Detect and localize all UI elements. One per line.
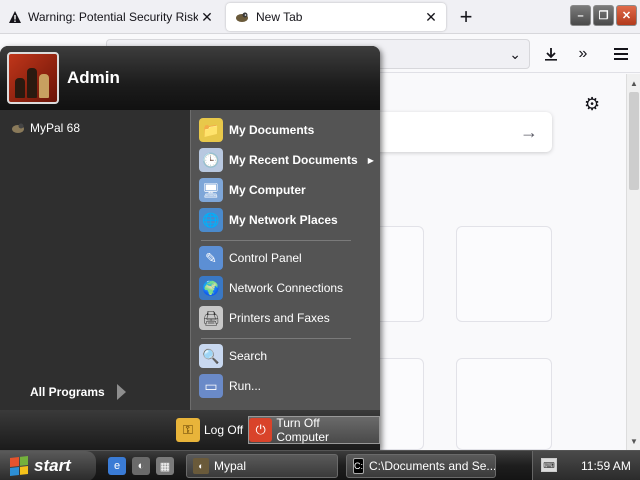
menu-item-search[interactable]: 🔍 Search	[199, 344, 267, 368]
menu-item-label: Printers and Faxes	[229, 311, 330, 325]
all-programs-label: All Programs	[30, 385, 105, 399]
search-arrow-icon[interactable]: →	[520, 122, 538, 143]
keyboard-icon[interactable]: ⌨	[541, 458, 557, 472]
start-menu: Admin MyPal 68 All Programs 📁 My Documen…	[0, 46, 380, 450]
pinned-item-label: MyPal 68	[30, 121, 81, 135]
folder-documents-icon: 📁	[199, 118, 223, 142]
system-tray: ⌨ 11:59 AM	[532, 451, 640, 480]
menu-item-my-documents[interactable]: 📁 My Documents	[199, 118, 314, 142]
mypal-icon	[234, 9, 250, 25]
control-panel-icon: ✎	[199, 246, 223, 270]
menu-item-my-network-places[interactable]: 🌐 My Network Places	[199, 208, 338, 232]
menu-item-label: My Computer	[229, 183, 306, 197]
avatar	[7, 52, 59, 104]
warning-icon	[8, 10, 22, 24]
start-label: start	[34, 456, 71, 475]
pinned-item-mypal[interactable]: MyPal 68	[10, 120, 80, 136]
top-site-tile[interactable]	[456, 358, 552, 450]
hamburger-menu-icon[interactable]	[610, 43, 632, 65]
menu-item-label: My Recent Documents	[229, 153, 358, 167]
all-programs-button[interactable]: All Programs	[30, 384, 126, 400]
clock[interactable]: 11:59 AM	[581, 459, 631, 473]
top-site-tile[interactable]	[456, 226, 552, 322]
start-menu-programs-pane: MyPal 68	[0, 110, 190, 437]
tab-title: Warning: Potential Security Risk Ah	[28, 10, 198, 24]
close-tab-icon[interactable]: ✕	[422, 8, 440, 26]
menu-item-run[interactable]: ▭ Run...	[199, 374, 261, 398]
network-connections-icon: 🌍	[199, 276, 223, 300]
new-tab-button[interactable]: +	[454, 4, 478, 29]
tab-new-tab[interactable]: New Tab ✕	[226, 3, 446, 31]
recent-documents-icon: 🕒	[199, 148, 223, 172]
maximize-button[interactable]: ❐	[593, 5, 614, 26]
gear-icon[interactable]: ⚙	[584, 94, 600, 115]
menu-item-label: Run...	[229, 379, 262, 393]
taskbar: start e ◐ ▦ ◐ Mypal C: C:\Documents and …	[0, 450, 640, 480]
menu-item-label: My Network Places	[229, 213, 338, 227]
scrollbar-thumb[interactable]	[629, 92, 639, 190]
start-button[interactable]: start	[0, 451, 96, 480]
key-icon: ⚿	[176, 418, 200, 442]
window-close-button[interactable]: ✕	[616, 5, 637, 26]
menu-item-my-recent-documents[interactable]: 🕒 My Recent Documents ▶	[199, 148, 374, 172]
search-icon: 🔍	[199, 344, 223, 368]
power-icon: ⏻	[249, 418, 273, 442]
menu-item-network-connections[interactable]: 🌍 Network Connections	[199, 276, 343, 300]
taskbar-button-mypal[interactable]: ◐ Mypal	[186, 454, 338, 478]
overflow-chevron-icon[interactable]: »	[572, 43, 594, 65]
chevron-down-icon[interactable]: ⌄	[509, 46, 521, 63]
taskbar-button-cmd[interactable]: C: C:\Documents and Se...	[346, 454, 496, 478]
windows-logo-icon	[10, 456, 28, 476]
cmd-icon: C:	[353, 458, 364, 474]
vertical-scrollbar[interactable]: ▲ ▼	[626, 74, 640, 450]
turn-off-label: Turn Off Computer	[276, 416, 330, 444]
divider	[201, 240, 351, 241]
menu-item-label: My Documents	[229, 123, 315, 137]
menu-item-printers-and-faxes[interactable]: 🖨 Printers and Faxes	[199, 306, 330, 330]
task-label: Mypal	[214, 459, 247, 473]
close-tab-icon[interactable]: ✕	[198, 8, 216, 26]
minimize-button[interactable]: –	[570, 5, 591, 26]
task-label: C:\Documents and Se...	[369, 459, 496, 473]
internet-explorer-icon[interactable]: e	[108, 457, 126, 475]
browser-tab-strip: Warning: Potential Security Risk Ah ✕ Ne…	[0, 0, 640, 34]
divider	[201, 338, 351, 339]
mypal-quicklaunch-icon[interactable]: ◐	[132, 457, 150, 475]
download-icon[interactable]	[540, 43, 562, 65]
user-name: Admin	[67, 68, 120, 87]
show-desktop-icon[interactable]: ▦	[156, 457, 174, 475]
tab-title: New Tab	[256, 10, 303, 24]
mypal-icon	[10, 120, 26, 136]
turn-off-computer-button[interactable]: ⏻ Turn Off Computer	[248, 416, 380, 444]
submenu-arrow-icon: ▶	[367, 155, 374, 165]
menu-item-label: Network Connections	[229, 281, 344, 295]
log-off-label: Log Off	[204, 423, 244, 437]
run-icon: ▭	[199, 374, 223, 398]
printer-icon: 🖨	[199, 306, 223, 330]
scroll-up-icon[interactable]: ▲	[627, 76, 640, 90]
scroll-down-icon[interactable]: ▼	[627, 434, 640, 448]
log-off-button[interactable]: ⚿ Log Off	[176, 416, 243, 444]
tab-security-warning[interactable]: Warning: Potential Security Risk Ah ✕	[0, 3, 222, 31]
mypal-icon: ◐	[193, 458, 209, 474]
menu-item-label: Search	[229, 349, 268, 363]
menu-item-control-panel[interactable]: ✎ Control Panel	[199, 246, 302, 270]
menu-item-my-computer[interactable]: 🖥 My Computer	[199, 178, 306, 202]
network-places-icon: 🌐	[199, 208, 223, 232]
menu-item-label: Control Panel	[229, 251, 302, 265]
start-menu-header: Admin	[0, 46, 380, 110]
newtab-search-box[interactable]: →	[370, 112, 552, 152]
computer-icon: 🖥	[199, 178, 223, 202]
play-arrow-icon	[116, 384, 126, 400]
start-menu-places-pane: 📁 My Documents 🕒 My Recent Documents ▶ 🖥…	[190, 110, 380, 410]
start-menu-footer: ⚿ Log Off ⏻ Turn Off Computer	[0, 410, 380, 450]
